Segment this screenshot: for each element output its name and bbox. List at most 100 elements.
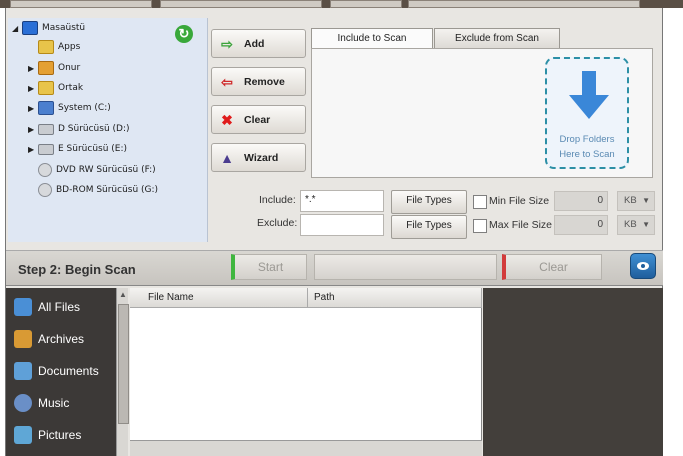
category-label: All Files [38, 300, 81, 314]
tree-item-desktop[interactable]: ◢ Masaüstü [12, 20, 85, 36]
category-archives[interactable]: Archives [14, 328, 84, 350]
remove-button[interactable]: ⇦ Remove [211, 67, 306, 96]
tree-item-label: BD-ROM Sürücüsü (G:) [56, 185, 159, 195]
collapsed-arrow-icon[interactable]: ▶ [28, 104, 38, 113]
category-list: All Files Archives Documents Music Pictu… [6, 288, 124, 456]
clear-list-button[interactable]: ✖ Clear [211, 105, 306, 134]
collapsed-arrow-icon[interactable]: ▶ [28, 125, 38, 134]
folder-tree[interactable]: ◢ Masaüstü Apps ▶ Onur ▶ Ortak ▶ System … [8, 18, 208, 242]
tree-item-label: Apps [58, 42, 81, 52]
exclude-pattern-field[interactable] [300, 214, 384, 236]
scrollbar-thumb[interactable] [118, 304, 129, 424]
refresh-icon[interactable]: ↻ [175, 25, 193, 43]
bdrom-drive-icon [38, 183, 52, 197]
clear-x-icon: ✖ [221, 111, 233, 128]
category-label: Music [38, 396, 70, 410]
folder-icon [38, 40, 54, 54]
clear-results-button[interactable]: Clear [502, 254, 602, 280]
step2-title: Step 2: Begin Scan [18, 262, 136, 277]
tree-item-e-drive[interactable]: ▶ E Sürücüsü (E:) [28, 141, 127, 157]
folder-icon [38, 81, 54, 95]
tree-item-d-drive[interactable]: ▶ D Sürücüsü (D:) [28, 121, 130, 137]
results-table[interactable]: File Name Path [130, 288, 482, 456]
tree-item-onur[interactable]: ▶ Onur [28, 60, 80, 76]
max-file-size-label: Max File Size [489, 219, 553, 231]
preview-pane [483, 288, 663, 456]
tree-item-ortak[interactable]: ▶ Ortak [28, 80, 83, 96]
music-icon [14, 394, 32, 412]
tree-item-label: Ortak [58, 83, 84, 93]
drop-text-line1: Drop Folders [559, 134, 615, 145]
exclude-file-types-button[interactable]: File Types [391, 215, 467, 239]
category-music[interactable]: Music [14, 392, 69, 414]
include-label: Include: [259, 194, 296, 206]
all-files-icon [14, 298, 32, 316]
category-documents[interactable]: Documents [14, 360, 99, 382]
scan-progress-bar [314, 254, 497, 280]
start-scan-button[interactable]: Start [231, 254, 307, 280]
expanded-arrow-icon[interactable]: ◢ [12, 24, 22, 33]
category-all-files[interactable]: All Files [14, 296, 80, 318]
wizard-icon: ▲ [220, 149, 234, 166]
dvd-drive-icon [38, 163, 52, 177]
toolbar-segment [330, 0, 402, 8]
max-file-size-input[interactable]: 0 [554, 215, 608, 235]
unit-label: KB [624, 195, 637, 206]
top-strip [0, 0, 683, 8]
unit-label: KB [624, 219, 637, 230]
user-folder-icon [38, 61, 54, 75]
archives-icon [14, 330, 32, 348]
category-label: Archives [38, 332, 85, 346]
min-file-size-checkbox[interactable] [473, 195, 487, 209]
tab-include-to-scan[interactable]: Include to Scan [311, 28, 433, 50]
tree-item-dvd-drive[interactable]: DVD RW Sürücüsü (F:) [38, 162, 156, 178]
include-pattern-field[interactable]: *.* [300, 190, 384, 212]
tree-item-label: System (C:) [58, 103, 111, 113]
exclude-label: Exclude: [257, 217, 298, 229]
collapsed-arrow-icon[interactable]: ▶ [28, 64, 38, 73]
add-button[interactable]: ⇨ Add [211, 29, 306, 58]
category-pictures[interactable]: Pictures [14, 424, 81, 446]
window-edge [663, 8, 683, 456]
pictures-icon [14, 426, 32, 444]
category-label: Pictures [38, 428, 82, 442]
min-size-unit-select[interactable]: KB ▼ [617, 191, 655, 211]
category-label: Documents [38, 364, 99, 378]
add-arrow-icon: ⇨ [221, 35, 233, 52]
toolbar-segment [408, 0, 640, 8]
collapsed-arrow-icon[interactable]: ▶ [28, 84, 38, 93]
category-scrollbar[interactable]: ▲ [116, 288, 129, 456]
collapsed-arrow-icon[interactable]: ▶ [28, 145, 38, 154]
wizard-button[interactable]: ▲ Wizard [211, 143, 306, 172]
toolbar-segment [10, 0, 152, 8]
dropdown-arrow-icon: ▼ [642, 196, 650, 205]
column-path[interactable]: Path [308, 288, 482, 308]
max-file-size-checkbox[interactable] [473, 219, 487, 233]
clear-label: Clear [244, 113, 271, 126]
scroll-up-icon[interactable]: ▲ [119, 290, 127, 299]
scan-tabs: Include to Scan Exclude from Scan [308, 28, 656, 50]
dropdown-arrow-icon: ▼ [642, 220, 650, 229]
tree-item-apps[interactable]: Apps [28, 39, 80, 55]
remove-label: Remove [244, 75, 285, 88]
results-hscrollbar[interactable] [130, 440, 482, 456]
min-file-size-label: Min File Size [489, 195, 550, 207]
tab-exclude-from-scan[interactable]: Exclude from Scan [434, 28, 560, 49]
documents-icon [14, 362, 32, 380]
min-file-size-input[interactable]: 0 [554, 191, 608, 211]
column-file-name[interactable]: File Name [130, 288, 308, 308]
drive-icon [38, 143, 54, 155]
drop-folders-zone[interactable]: Drop Folders Here to Scan [545, 57, 629, 169]
tree-item-bdrom-drive[interactable]: BD-ROM Sürücüsü (G:) [38, 182, 158, 198]
tree-item-label: DVD RW Sürücüsü (F:) [56, 165, 156, 175]
system-drive-icon [38, 101, 54, 115]
remove-arrow-icon: ⇦ [221, 73, 233, 90]
include-file-types-button[interactable]: File Types [391, 190, 467, 214]
preview-eye-icon[interactable] [630, 253, 656, 279]
desktop-icon [22, 21, 38, 35]
max-size-unit-select[interactable]: KB ▼ [617, 215, 655, 235]
wizard-label: Wizard [244, 151, 279, 164]
tree-item-system[interactable]: ▶ System (C:) [28, 100, 111, 116]
drive-icon [38, 123, 54, 135]
tree-item-label: Masaüstü [42, 23, 86, 33]
